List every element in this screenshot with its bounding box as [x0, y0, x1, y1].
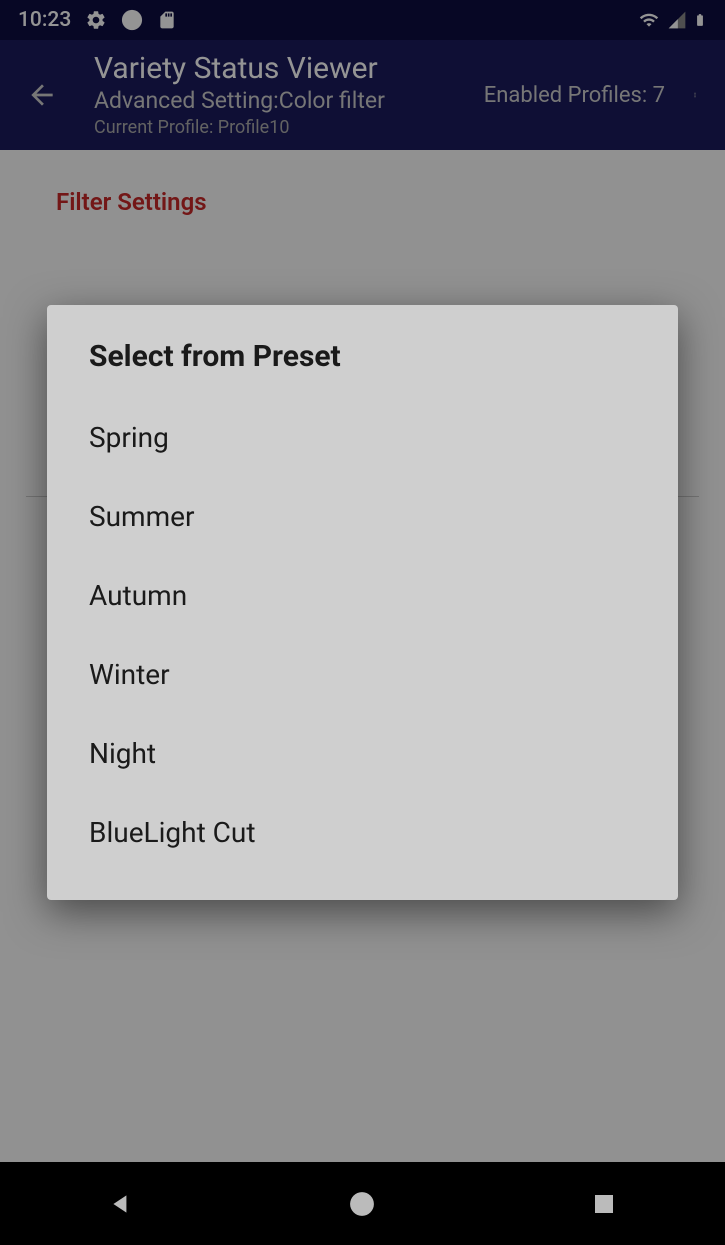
triangle-back-icon: [108, 1191, 134, 1217]
navigation-bar: [0, 1162, 725, 1245]
preset-dialog: Select from Preset Spring Summer Autumn …: [47, 305, 678, 900]
square-recents-icon: [592, 1192, 616, 1216]
preset-option-autumn[interactable]: Autumn: [47, 556, 678, 635]
dialog-title: Select from Preset: [47, 339, 678, 398]
preset-option-winter[interactable]: Winter: [47, 635, 678, 714]
nav-home-button[interactable]: [302, 1174, 422, 1234]
preset-option-bluelight[interactable]: BlueLight Cut: [47, 793, 678, 872]
nav-back-button[interactable]: [61, 1174, 181, 1234]
preset-option-night[interactable]: Night: [47, 714, 678, 793]
circle-home-icon: [349, 1191, 375, 1217]
preset-option-summer[interactable]: Summer: [47, 477, 678, 556]
preset-option-spring[interactable]: Spring: [47, 398, 678, 477]
nav-recents-button[interactable]: [544, 1174, 664, 1234]
